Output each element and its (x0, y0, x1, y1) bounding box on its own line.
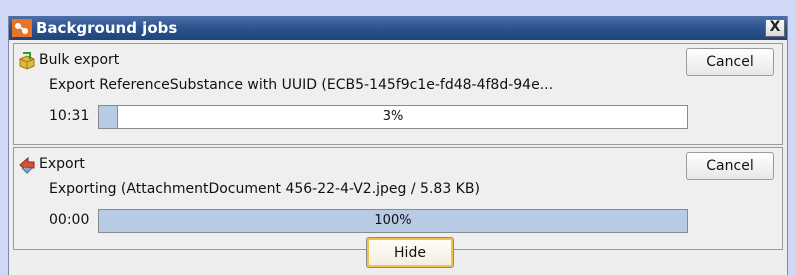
job-name: Bulk export (39, 52, 120, 68)
job-panel-export: Export Exporting (AttachmentDocument 456… (13, 147, 783, 250)
job-elapsed-time: 00:00 (49, 212, 90, 228)
close-icon: X (769, 19, 781, 35)
background-jobs-window: Background jobs X Bulk export Export Ref… (8, 16, 788, 275)
job-progress-bar: 3% (98, 105, 688, 129)
close-button[interactable]: X (765, 19, 785, 37)
cancel-button[interactable]: Cancel (686, 48, 774, 76)
cancel-button[interactable]: Cancel (686, 152, 774, 180)
export-arrow-icon (19, 156, 35, 174)
app-icon (12, 19, 32, 37)
title-bar[interactable]: Background jobs X (9, 16, 787, 40)
hide-button[interactable]: Hide (366, 237, 454, 268)
job-description: Export ReferenceSubstance with UUID (ECB… (49, 77, 554, 93)
package-export-icon (19, 52, 35, 70)
job-name: Export (39, 156, 85, 172)
progress-percent-text: 100% (374, 213, 412, 228)
progress-percent-text: 3% (382, 109, 404, 124)
job-description: Exporting (AttachmentDocument 456-22-4-V… (49, 181, 480, 197)
job-panel-bulk-export: Bulk export Export ReferenceSubstance wi… (13, 43, 783, 145)
window-title: Background jobs (36, 19, 178, 37)
job-progress-bar: 100% (98, 209, 688, 233)
job-elapsed-time: 10:31 (49, 108, 90, 124)
